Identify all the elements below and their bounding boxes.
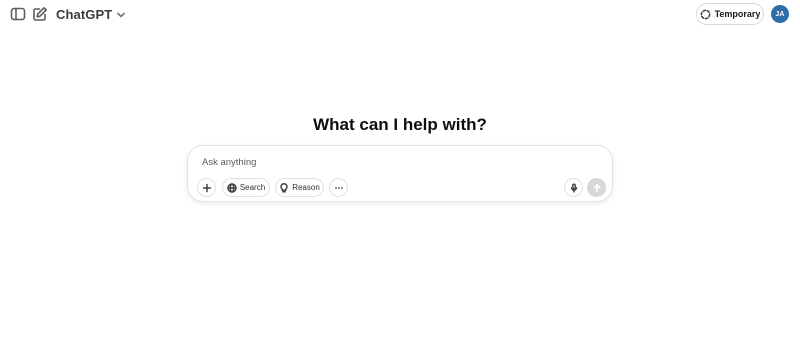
avatar[interactable]: JA [771, 5, 789, 23]
search-button[interactable]: Search [222, 178, 270, 197]
reason-button[interactable]: Reason [275, 178, 324, 197]
microphone-icon [570, 183, 577, 192]
temporary-label: Temporary [714, 9, 761, 19]
model-name: ChatGPT [56, 6, 113, 22]
sidebar-toggle-icon [10, 7, 26, 21]
send-button[interactable] [587, 178, 606, 197]
more-tools-button[interactable] [329, 178, 348, 197]
lightbulb-icon [280, 182, 288, 193]
dashed-circle-icon [700, 9, 710, 19]
model-selector[interactable]: ChatGPT [56, 5, 126, 23]
ellipsis-icon [334, 186, 343, 189]
voice-input-button[interactable] [564, 178, 583, 197]
top-bar: ChatGPT Temporary JA [0, 0, 800, 28]
chevron-down-icon [117, 12, 126, 17]
search-label: Search [239, 183, 266, 192]
reason-label: Reason [292, 183, 320, 192]
new-chat-icon [33, 7, 47, 21]
globe-icon [227, 182, 237, 193]
plus-icon [202, 183, 211, 192]
sidebar-toggle-button[interactable] [7, 3, 29, 25]
page-title: What can I help with? [313, 115, 487, 134]
attach-button[interactable] [197, 178, 216, 197]
new-chat-button[interactable] [29, 3, 51, 25]
composer: Search Reason [187, 145, 613, 202]
prompt-input[interactable] [202, 154, 592, 170]
arrow-up-icon [593, 183, 600, 192]
temporary-chat-button[interactable]: Temporary [696, 3, 764, 25]
